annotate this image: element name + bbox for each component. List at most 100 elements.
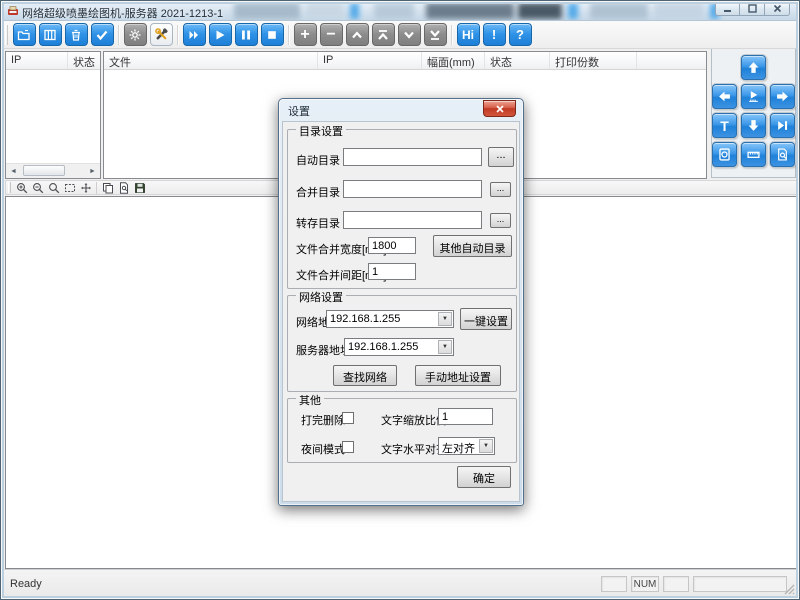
delete-button[interactable] xyxy=(65,23,88,46)
status-cell-info xyxy=(693,576,787,592)
dialog-close-button[interactable] xyxy=(483,100,516,117)
minimize-button[interactable] xyxy=(715,2,740,16)
remove-button[interactable]: − xyxy=(320,23,343,46)
merge-width-input[interactable] xyxy=(368,237,416,254)
help-button[interactable]: ? xyxy=(509,23,532,46)
text-align-select[interactable]: 左对齐 ▼ xyxy=(438,437,495,455)
status-text: Ready xyxy=(10,578,42,590)
control-grid: T xyxy=(712,55,795,167)
transfer-directory-input[interactable] xyxy=(343,211,482,229)
column-header-ip[interactable]: IP xyxy=(6,52,68,69)
merge-directory-browse-button[interactable]: ... xyxy=(490,182,511,197)
status-bar: Ready NUM xyxy=(2,569,798,598)
zoom-in-button[interactable] xyxy=(14,181,30,194)
scrollbar-thumb[interactable] xyxy=(23,165,65,176)
auto-directory-browse-button[interactable]: ... xyxy=(488,147,514,167)
night-mode-checkbox[interactable] xyxy=(342,441,354,453)
titlebar-glass-blob xyxy=(568,3,578,19)
merge-directory-label: 合并目录 xyxy=(296,184,340,200)
toolbar-separator xyxy=(448,24,455,46)
directory-settings-group: 目录设置 自动目录 ... 合并目录 ... 转存目录 ... 文件合并宽度[m… xyxy=(287,129,517,289)
other-settings-group: 其他 打完删除 文字缩放比例 夜间模式 文字水平对齐 左对齐 ▼ xyxy=(287,398,517,463)
column-header-copies[interactable]: 打印份数 xyxy=(550,52,637,69)
horizontal-scrollbar[interactable]: ◄ ► xyxy=(6,163,100,178)
ok-button[interactable]: 确定 xyxy=(457,466,511,488)
confirm-button[interactable] xyxy=(91,23,114,46)
titlebar-glass-blob xyxy=(374,3,414,19)
column-header-ip[interactable]: IP xyxy=(318,52,422,69)
delete-after-checkbox[interactable] xyxy=(342,412,354,424)
chevron-down-icon[interactable]: ▼ xyxy=(479,439,493,453)
add-button[interactable]: + xyxy=(294,23,317,46)
merge-gap-input[interactable] xyxy=(368,263,416,280)
skip-to-end-button[interactable] xyxy=(770,113,795,138)
scroll-left-arrow-icon[interactable]: ◄ xyxy=(6,164,21,178)
server-address-combo[interactable]: 192.168.1.255 ▼ xyxy=(344,338,454,356)
network-address-combo[interactable]: 192.168.1.255 ▼ xyxy=(326,310,454,328)
copy-button[interactable] xyxy=(100,181,116,194)
view-toolbar-grip[interactable] xyxy=(8,182,11,193)
preview-file-button[interactable] xyxy=(770,142,795,167)
transfer-directory-label: 转存目录 xyxy=(296,215,340,231)
auto-directory-input[interactable] xyxy=(343,148,482,166)
move-media-up-button[interactable] xyxy=(741,55,766,80)
client-list-panel: IP 状态 ◄ ► xyxy=(5,51,101,179)
app-window: 网络超级喷墨绘图机-服务器 2021-1213-1 xyxy=(0,0,800,600)
view-toolbar-separator xyxy=(94,182,100,194)
alert-button[interactable]: ! xyxy=(483,23,506,46)
move-bottom-button[interactable] xyxy=(424,23,447,46)
move-media-left-button[interactable] xyxy=(712,84,737,109)
start-button[interactable] xyxy=(209,23,232,46)
move-down-button[interactable] xyxy=(398,23,421,46)
move-media-down-button[interactable] xyxy=(741,113,766,138)
columns-button[interactable] xyxy=(39,23,62,46)
print-test-button[interactable] xyxy=(741,84,766,109)
resize-grip[interactable] xyxy=(783,583,796,596)
text-tool-button[interactable]: T xyxy=(712,113,737,138)
close-button[interactable] xyxy=(765,2,790,16)
onekey-setup-button[interactable]: 一键设置 xyxy=(460,308,512,330)
maximize-button[interactable] xyxy=(740,2,765,16)
zoom-out-button[interactable] xyxy=(30,181,46,194)
scrollbar-track[interactable] xyxy=(65,164,85,178)
settings-button[interactable] xyxy=(124,23,147,46)
status-cell-scrl xyxy=(663,576,689,592)
network-address-value: 192.168.1.255 xyxy=(330,313,436,325)
pause-button[interactable] xyxy=(235,23,258,46)
column-header-status[interactable]: 状态 xyxy=(485,52,550,69)
chevron-down-icon[interactable]: ▼ xyxy=(438,340,452,354)
frame-button[interactable] xyxy=(712,142,737,167)
merge-directory-input[interactable] xyxy=(343,180,482,198)
text-scale-input[interactable] xyxy=(438,408,493,425)
text-align-value: 左对齐 xyxy=(442,440,477,456)
stop-button[interactable] xyxy=(261,23,284,46)
print-preview-button[interactable] xyxy=(116,181,132,194)
title-bar[interactable]: 网络超级喷墨绘图机-服务器 2021-1213-1 xyxy=(2,2,798,21)
move-media-right-button[interactable] xyxy=(770,84,795,109)
move-up-button[interactable] xyxy=(346,23,369,46)
other-auto-directories-button[interactable]: 其他自动目录 xyxy=(433,235,512,257)
chevron-down-icon[interactable]: ▼ xyxy=(438,312,452,326)
scroll-right-arrow-icon[interactable]: ► xyxy=(85,164,100,178)
group-legend: 网络设置 xyxy=(296,289,346,305)
manual-address-button[interactable]: 手动地址设置 xyxy=(415,365,501,386)
column-header-file[interactable]: 文件 xyxy=(104,52,318,69)
pan-button[interactable] xyxy=(78,181,94,194)
main-toolbar: + − Hi ! ? xyxy=(2,21,798,49)
column-header-status[interactable]: 状态 xyxy=(68,52,100,69)
open-file-button[interactable] xyxy=(13,23,36,46)
zoom-button[interactable] xyxy=(46,181,62,194)
tools-button[interactable] xyxy=(150,23,173,46)
find-network-button[interactable]: 查找网络 xyxy=(333,365,397,386)
transfer-directory-browse-button[interactable]: ... xyxy=(490,213,511,228)
send-all-button[interactable] xyxy=(183,23,206,46)
toolbar-separator xyxy=(285,24,292,46)
hi-button[interactable]: Hi xyxy=(457,23,480,46)
move-top-button[interactable] xyxy=(372,23,395,46)
column-header-width[interactable]: 幅面(mm) xyxy=(422,52,485,69)
measure-button[interactable] xyxy=(741,142,766,167)
save-button[interactable] xyxy=(132,181,148,194)
toolbar-grip[interactable] xyxy=(5,25,8,45)
select-region-button[interactable] xyxy=(62,181,78,194)
titlebar-glass-blob xyxy=(518,3,562,19)
